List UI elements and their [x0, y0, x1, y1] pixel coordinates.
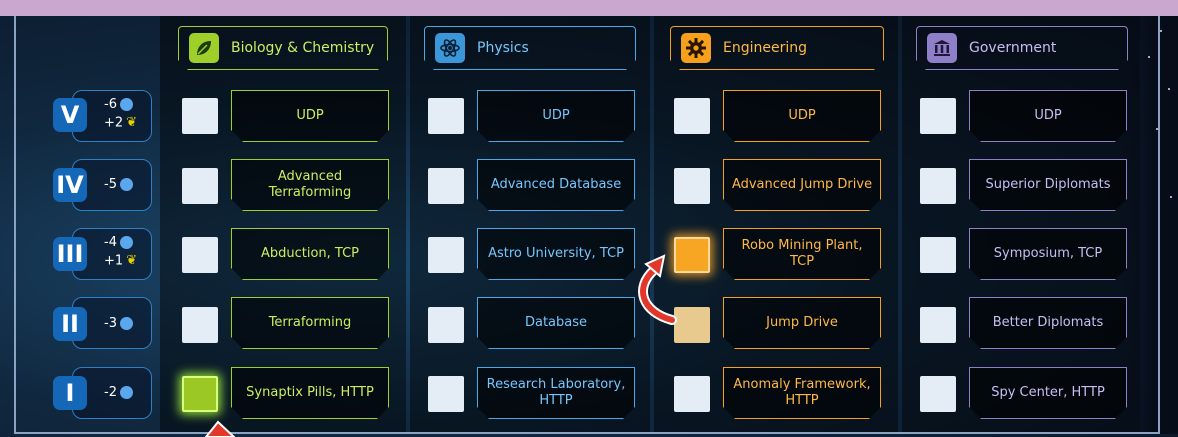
- flask-icon: [119, 317, 133, 330]
- row-costs: -4 +1 ❦: [104, 234, 137, 271]
- tech-slot[interactable]: [674, 98, 710, 134]
- card-label: Advanced Terraforming: [268, 169, 352, 200]
- bonus-value: +2: [104, 115, 124, 131]
- card-label: Synaptix Pills, HTTP: [246, 385, 374, 400]
- tech-card-phy[interactable]: UDP: [477, 90, 635, 142]
- upgrade-arrow-icon: [638, 254, 677, 325]
- header-label: Engineering: [723, 40, 807, 56]
- tech-slot[interactable]: [428, 98, 464, 134]
- tech-slot[interactable]: [182, 168, 218, 204]
- header-label: Biology & Chemistry: [231, 40, 375, 56]
- tech-slot[interactable]: [920, 98, 956, 134]
- tech-card-eng[interactable]: Robo Mining Plant, TCP: [723, 228, 881, 280]
- card-label: Superior Diplomats: [985, 177, 1111, 192]
- card-label: Database: [524, 315, 588, 330]
- tech-card-bio[interactable]: Terraforming: [231, 297, 389, 349]
- card-label: Research Laboratory, HTTP: [486, 377, 626, 408]
- tech-slot[interactable]: [920, 168, 956, 204]
- tech-card-bio[interactable]: UDP: [231, 90, 389, 142]
- card-label: Better Diplomats: [992, 315, 1104, 330]
- tech-card-eng[interactable]: Anomaly Framework, HTTP: [723, 367, 881, 419]
- cost-value: -2: [104, 385, 117, 400]
- tier-roman: V: [53, 98, 87, 132]
- row-costs: -3: [104, 315, 133, 333]
- row-costs: -5: [104, 176, 133, 194]
- cost-value: -6: [104, 97, 117, 112]
- cost-value: -5: [104, 177, 117, 192]
- card-label: Advanced Database: [490, 177, 622, 192]
- card-label: UDP: [296, 108, 324, 123]
- tech-slot[interactable]: [182, 307, 218, 343]
- card-label: UDP: [788, 108, 816, 123]
- tier-roman: I: [53, 376, 87, 410]
- tech-slot-selected[interactable]: [182, 376, 218, 412]
- gear-icon: [681, 33, 711, 63]
- card-label: Astro University, TCP: [488, 246, 624, 261]
- tech-card-phy[interactable]: Research Laboratory, HTTP: [477, 367, 635, 419]
- tier-roman: III: [53, 237, 87, 271]
- tech-card-eng[interactable]: Jump Drive: [723, 297, 881, 349]
- tech-slot[interactable]: [920, 307, 956, 343]
- tech-slot[interactable]: [428, 168, 464, 204]
- tech-card-gov[interactable]: Spy Center, HTTP: [969, 367, 1127, 419]
- tech-slot[interactable]: [182, 98, 218, 134]
- tech-slot[interactable]: [182, 237, 218, 273]
- atom-icon: [435, 33, 465, 63]
- tech-slot[interactable]: [428, 307, 464, 343]
- tech-board: Biology & Chemistry Physics Engineering …: [0, 0, 1178, 437]
- cost-value: -3: [104, 316, 117, 331]
- header-engineering[interactable]: Engineering: [670, 26, 884, 70]
- tech-card-gov[interactable]: UDP: [969, 90, 1127, 142]
- header-label: Government: [969, 40, 1057, 56]
- tier-roman: II: [53, 307, 87, 341]
- flask-icon: [119, 386, 133, 399]
- tech-slot[interactable]: [428, 237, 464, 273]
- flask-icon: [119, 236, 133, 249]
- card-label: UDP: [542, 108, 570, 123]
- tech-card-eng[interactable]: UDP: [723, 90, 881, 142]
- card-label: UDP: [1034, 108, 1062, 123]
- tech-slot[interactable]: [674, 376, 710, 412]
- header-government[interactable]: Government: [916, 26, 1128, 70]
- card-label: Jump Drive: [766, 315, 838, 330]
- card-label: Spy Center, HTTP: [991, 385, 1105, 400]
- card-label: Abduction, TCP: [260, 246, 360, 261]
- header-label: Physics: [477, 40, 529, 56]
- laurel-icon: ❦: [126, 115, 138, 130]
- flask-icon: [119, 178, 133, 191]
- card-label: Symposium, TCP: [993, 246, 1103, 261]
- cost-value: -4: [104, 235, 117, 250]
- card-label: Anomaly Framework, HTTP: [733, 377, 871, 408]
- laurel-icon: ❦: [126, 253, 138, 268]
- header-biology[interactable]: Biology & Chemistry: [178, 26, 388, 70]
- header-physics[interactable]: Physics: [424, 26, 636, 70]
- tech-card-phy[interactable]: Advanced Database: [477, 159, 635, 211]
- tech-card-eng[interactable]: Advanced Jump Drive: [723, 159, 881, 211]
- tech-card-phy[interactable]: Astro University, TCP: [477, 228, 635, 280]
- tech-slot[interactable]: [920, 237, 956, 273]
- bonus-value: +1: [104, 253, 124, 269]
- tech-card-gov[interactable]: Superior Diplomats: [969, 159, 1127, 211]
- card-label: Advanced Jump Drive: [731, 177, 873, 192]
- flask-icon: [119, 98, 133, 111]
- tech-slot[interactable]: [428, 376, 464, 412]
- card-label: Robo Mining Plant, TCP: [741, 238, 863, 269]
- tier-roman: IV: [53, 168, 87, 202]
- card-label: Terraforming: [268, 315, 352, 330]
- tech-slot[interactable]: [674, 168, 710, 204]
- tech-card-gov[interactable]: Better Diplomats: [969, 297, 1127, 349]
- tech-card-phy[interactable]: Database: [477, 297, 635, 349]
- pointer-arrow-icon: [204, 420, 236, 437]
- tech-card-bio[interactable]: Synaptix Pills, HTTP: [231, 367, 389, 419]
- building-icon: [927, 33, 957, 63]
- tech-slot[interactable]: [920, 376, 956, 412]
- row-costs: -6 +2 ❦: [104, 96, 137, 133]
- tech-card-bio[interactable]: Advanced Terraforming: [231, 159, 389, 211]
- leaf-icon: [189, 33, 219, 63]
- tech-card-bio[interactable]: Abduction, TCP: [231, 228, 389, 280]
- top-bar: [0, 0, 1178, 16]
- tech-card-gov[interactable]: Symposium, TCP: [969, 228, 1127, 280]
- row-costs: -2: [104, 384, 133, 402]
